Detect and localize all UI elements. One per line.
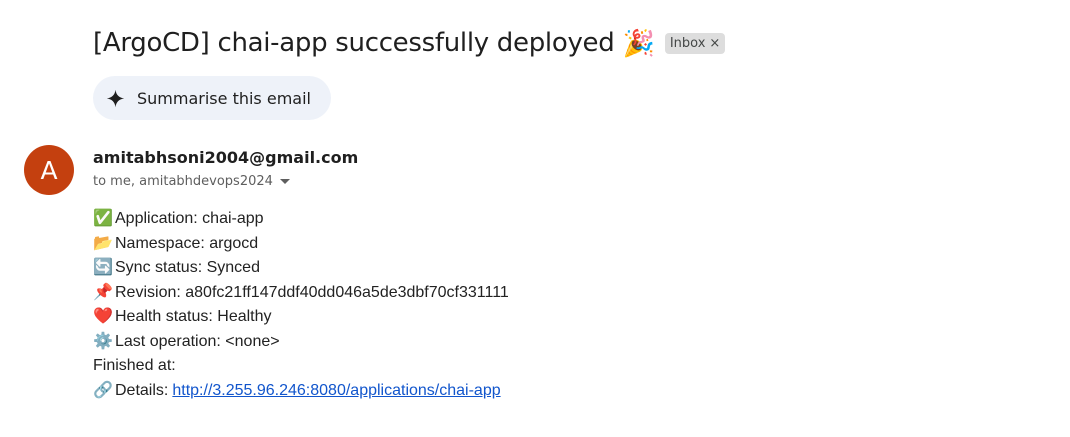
body-line-health-status: ❤️ Health status: Healthy xyxy=(93,305,509,330)
body-line-application: ✅ Application: chai-app xyxy=(93,207,509,232)
gear-icon: ⚙️ xyxy=(93,332,113,350)
avatar-letter: A xyxy=(40,155,58,185)
show-details-dropdown-icon[interactable] xyxy=(279,179,290,184)
pushpin-icon: 📌 xyxy=(93,283,113,301)
sparkle-icon xyxy=(106,89,125,107)
body-line-text: Application: chai-app xyxy=(115,210,264,228)
subject-row: [ArgoCD] chai-app successfully deployed … xyxy=(93,28,726,58)
details-link[interactable]: http://3.255.96.246:8080/applications/ch… xyxy=(172,379,500,403)
body-line-revision: 📌 Revision: a80fc21ff147ddf40dd046a5de3d… xyxy=(93,281,509,306)
remove-label-icon[interactable]: × xyxy=(709,36,720,51)
heart-icon: ❤️ xyxy=(93,308,113,326)
link-icon: 🔗 xyxy=(93,381,113,399)
body-line-sync-status: 🔄 Sync status: Synced xyxy=(93,256,509,281)
summarise-email-label: Summarise this email xyxy=(137,88,311,108)
body-line-last-operation: ⚙️ Last operation: <none> xyxy=(93,330,509,355)
inbox-label-chip[interactable]: Inbox × xyxy=(664,32,726,54)
inbox-label-text: Inbox xyxy=(669,35,706,51)
body-line-text: Sync status: Synced xyxy=(115,259,260,277)
sender-email[interactable]: amitabhsoni2004@gmail.com xyxy=(93,148,358,167)
body-line-text: Revision: a80fc21ff147ddf40dd046a5de3dbf… xyxy=(115,283,509,301)
details-label: Details: xyxy=(115,381,169,399)
recipients-text: to me, amitabhdevops2024 xyxy=(93,174,273,189)
body-line-text: Finished at: xyxy=(93,357,176,375)
email-body: ✅ Application: chai-app 📂 Namespace: arg… xyxy=(93,207,509,403)
body-line-text: Namespace: argocd xyxy=(115,234,259,252)
party-popper-icon: 🎉 xyxy=(622,28,655,58)
body-line-namespace: 📂 Namespace: argocd xyxy=(93,232,509,257)
body-line-finished-at: Finished at: xyxy=(93,354,509,379)
body-line-details: 🔗 Details: http://3.255.96.246:8080/appl… xyxy=(93,379,509,404)
email-view: [ArgoCD] chai-app successfully deployed … xyxy=(0,0,1070,437)
body-line-text: Last operation: <none> xyxy=(115,332,280,350)
recipients-row: to me, amitabhdevops2024 xyxy=(93,174,290,189)
sync-icon: 🔄 xyxy=(93,259,113,277)
folder-icon: 📂 xyxy=(93,234,113,252)
check-mark-icon: ✅ xyxy=(93,210,113,228)
body-line-text: Health status: Healthy xyxy=(115,308,272,326)
email-subject: [ArgoCD] chai-app successfully deployed xyxy=(93,28,615,58)
summarise-email-button[interactable]: Summarise this email xyxy=(93,76,331,120)
sender-avatar[interactable]: A xyxy=(24,145,74,195)
